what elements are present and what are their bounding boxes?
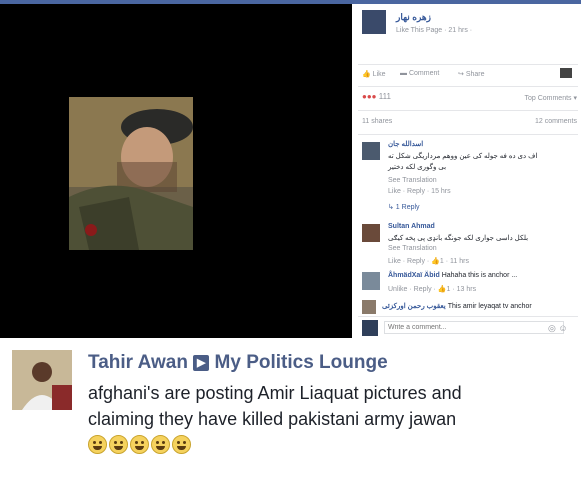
- post-text: claiming they have killed pakistani army…: [88, 409, 457, 429]
- comment-meta[interactable]: Unlike · Reply · 👍1 · 13 hrs: [388, 285, 476, 293]
- user-avatar[interactable]: [12, 350, 72, 410]
- see-translation-link[interactable]: See Translation: [388, 245, 437, 252]
- page-avatar[interactable]: [362, 10, 386, 34]
- post-text: afghani's are posting Amir Liaquat pictu…: [88, 383, 462, 403]
- divider: [358, 86, 578, 87]
- group-name[interactable]: My Politics Lounge: [215, 352, 388, 373]
- post-sidebar: زهره نهار Like This Page · 21 hrs · 👍 Li…: [352, 4, 581, 338]
- comment-line: ÅhmädXaï Äbid Hahaha this is anchor ...: [388, 272, 517, 279]
- reactions-count: 111: [378, 92, 391, 101]
- laughing-emoji-icon: [172, 435, 191, 454]
- divider: [358, 64, 578, 65]
- like-icon: 👍: [362, 71, 373, 78]
- avatar[interactable]: [362, 300, 376, 314]
- avatar[interactable]: [362, 272, 380, 290]
- laughing-emoji-icon: [109, 435, 128, 454]
- comment-text: بلکل داسی جواری لکه جونگه بانډی پی پخه ک…: [388, 235, 529, 242]
- laughing-emoji-icon: [151, 435, 170, 454]
- user-photo-illustration: [12, 350, 72, 410]
- laughing-emoji-icon: [88, 435, 107, 454]
- comment-text: This amir leyaqat tv anchor: [447, 303, 532, 310]
- laughing-emoji-icon: [130, 435, 149, 454]
- comment-text: Hahaha this is anchor ...: [441, 272, 518, 279]
- share-icon: ↪: [458, 71, 466, 78]
- comment-meta[interactable]: Like · Reply · 👍1 · 11 hrs: [388, 257, 469, 265]
- divider: [358, 316, 578, 317]
- avatar[interactable]: [362, 142, 380, 160]
- comment-author[interactable]: اسدالله جان: [388, 140, 423, 148]
- arrow-right-icon: ▶: [193, 354, 210, 371]
- comment-button[interactable]: ▬ Comment: [400, 70, 439, 77]
- shares-count[interactable]: 11 shares: [362, 118, 392, 125]
- comment-icon: ▬: [400, 70, 409, 77]
- comment-text: بی وگوری لکه دختیر: [388, 164, 447, 171]
- divider: [358, 134, 578, 135]
- reactions-bar[interactable]: ●●● 111: [362, 92, 391, 101]
- page-name[interactable]: زهره نهار: [396, 12, 431, 23]
- photo-viewer[interactable]: [0, 4, 352, 338]
- post-header: Tahir Awan ▶ My Politics Lounge: [88, 352, 388, 374]
- comment-author[interactable]: ÅhmädXaï Äbid: [388, 272, 440, 279]
- post-meta: Like This Page · 21 hrs ·: [396, 27, 473, 34]
- post-photo[interactable]: [69, 97, 193, 250]
- comment-line: یعقوب رحمن اورکزئی This amir leyaqat tv …: [382, 302, 532, 310]
- comment-author[interactable]: Sultan Ahmad: [388, 223, 435, 230]
- avatar[interactable]: [362, 224, 380, 242]
- soldier-photo-illustration: [69, 97, 193, 250]
- current-user-avatar: [362, 320, 378, 336]
- comment-meta[interactable]: Like · Reply · 15 hrs: [388, 188, 451, 195]
- like-button[interactable]: 👍 Like: [362, 70, 386, 78]
- chevron-down-icon[interactable]: [560, 68, 572, 78]
- share-button[interactable]: ↪ Share: [458, 70, 485, 78]
- comment-author[interactable]: یعقوب رحمن اورکزئی: [382, 303, 446, 310]
- shared-post: Tahir Awan ▶ My Politics Lounge afghani'…: [0, 338, 581, 480]
- user-name[interactable]: Tahir Awan: [88, 352, 188, 373]
- comments-count[interactable]: 12 comments: [535, 118, 577, 125]
- comment-text: اف دی ده فه جوله کی عین ووهم مرداریگی شک…: [388, 153, 538, 160]
- sort-comments[interactable]: Top Comments ▾: [524, 94, 577, 102]
- camera-icon[interactable]: ◎ ☺: [548, 323, 568, 334]
- see-translation-link[interactable]: See Translation: [388, 177, 437, 184]
- emoji-row: [88, 435, 193, 454]
- replies-link[interactable]: ↳ 1 Reply: [388, 203, 420, 211]
- comment-input[interactable]: [384, 321, 564, 334]
- reaction-icons: ●●●: [362, 92, 377, 101]
- divider: [358, 110, 578, 111]
